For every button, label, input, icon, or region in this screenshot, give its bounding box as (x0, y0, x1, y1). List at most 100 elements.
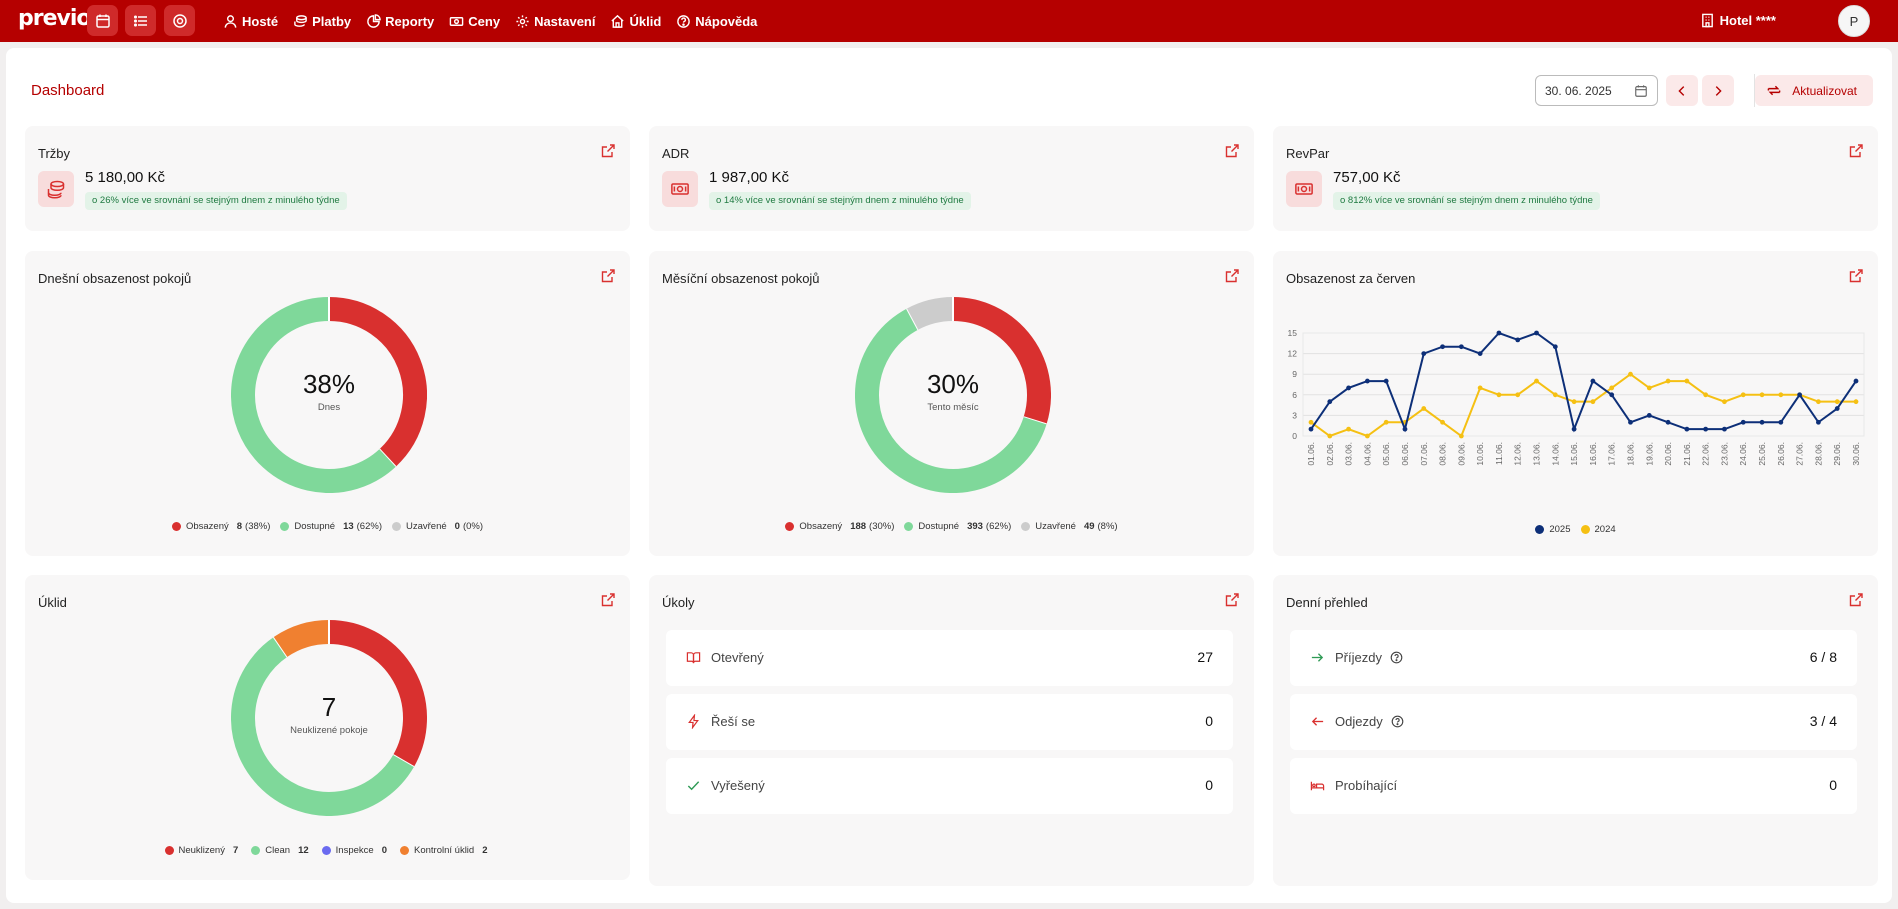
data-point-2024[interactable] (1421, 406, 1427, 411)
nav-item-guests[interactable]: Hosté (223, 14, 278, 29)
data-point-2025[interactable] (1421, 351, 1427, 356)
daily-row-ongoing[interactable]: Probíhající 0 (1290, 758, 1857, 814)
data-point-2025[interactable] (1402, 426, 1408, 432)
donut-slice-uzavřené[interactable] (906, 297, 954, 330)
data-point-2024[interactable] (1477, 385, 1483, 391)
data-point-2025[interactable] (1853, 378, 1859, 384)
nav-item-payments[interactable]: Platby (293, 14, 351, 29)
legend-item[interactable]: Uzavřené 49 (8%) (1021, 521, 1118, 532)
data-point-2025[interactable] (1778, 419, 1784, 425)
legend-item[interactable]: Clean 12 (251, 845, 311, 856)
legend-item[interactable]: Dostupné 13 (62%) (280, 521, 382, 532)
data-point-2024[interactable] (1383, 419, 1389, 425)
data-point-2024[interactable] (1515, 392, 1521, 398)
data-point-2024[interactable] (1628, 371, 1633, 377)
data-point-2025[interactable] (1327, 399, 1333, 405)
nav-item-help[interactable]: Nápověda (676, 14, 757, 29)
data-point-2025[interactable] (1609, 392, 1615, 398)
data-point-2025[interactable] (1816, 419, 1821, 425)
legend-item[interactable]: Neuklizený 7 (164, 845, 242, 856)
data-point-2024[interactable] (1552, 392, 1558, 398)
nav-item-reports[interactable]: Reporty (366, 14, 434, 29)
legend-item[interactable]: Dostupné 393 (62%) (904, 521, 1011, 532)
data-point-2025[interactable] (1665, 419, 1671, 425)
nav-item-prices[interactable]: Ceny (449, 14, 500, 29)
data-point-2024[interactable] (1327, 433, 1333, 439)
external-link-icon[interactable] (600, 592, 616, 608)
data-point-2025[interactable] (1571, 426, 1577, 432)
data-point-2025[interactable] (1364, 378, 1370, 384)
calendar-button[interactable] (87, 5, 118, 36)
task-row-open[interactable]: Otevřený 27 (666, 630, 1233, 686)
data-point-2024[interactable] (1346, 426, 1351, 432)
data-point-2024[interactable] (1308, 419, 1314, 425)
data-point-2024[interactable] (1853, 399, 1859, 405)
data-point-2024[interactable] (1609, 385, 1615, 391)
data-point-2025[interactable] (1628, 419, 1633, 425)
data-point-2024[interactable] (1834, 399, 1840, 405)
data-point-2024[interactable] (1440, 419, 1445, 425)
daily-row-departures[interactable]: Odjezdy 3 / 4 (1290, 694, 1857, 750)
data-point-2024[interactable] (1740, 392, 1746, 398)
task-row-in-progress[interactable]: Řeší se 0 (666, 694, 1233, 750)
help-icon[interactable] (1390, 651, 1403, 664)
data-point-2024[interactable] (1534, 378, 1539, 384)
data-point-2025[interactable] (1440, 344, 1445, 350)
external-link-icon[interactable] (1848, 592, 1864, 608)
data-point-2025[interactable] (1552, 344, 1558, 350)
data-point-2025[interactable] (1684, 426, 1690, 432)
data-point-2024[interactable] (1571, 399, 1577, 405)
external-link-icon[interactable] (1224, 143, 1240, 159)
data-point-2024[interactable] (1364, 433, 1370, 439)
data-point-2025[interactable] (1515, 337, 1521, 343)
legend-item[interactable]: Kontrolní úklid 2 (400, 845, 491, 856)
help-icon[interactable] (1391, 715, 1404, 728)
data-point-2025[interactable] (1458, 344, 1464, 350)
task-row-resolved[interactable]: Vyřešený 0 (666, 758, 1233, 814)
next-day-button[interactable] (1702, 75, 1734, 106)
data-point-2024[interactable] (1496, 392, 1502, 398)
data-point-2025[interactable] (1834, 406, 1840, 411)
date-input[interactable]: 30. 06. 2025 (1535, 75, 1658, 106)
data-point-2025[interactable] (1797, 392, 1803, 398)
legend-item[interactable]: Obsazený 8 (38%) (171, 521, 270, 532)
data-point-2025[interactable] (1346, 385, 1351, 391)
data-point-2025[interactable] (1703, 426, 1709, 432)
data-point-2025[interactable] (1646, 413, 1652, 418)
data-point-2025[interactable] (1590, 378, 1596, 384)
refresh-button[interactable]: Aktualizovat (1755, 75, 1873, 106)
legend-item[interactable]: 2024 (1580, 524, 1616, 535)
previous-day-button[interactable] (1666, 75, 1698, 106)
list-button[interactable] (125, 5, 156, 36)
nav-item-settings[interactable]: Nastavení (515, 14, 595, 29)
daily-row-arrivals[interactable]: Příjezdy 6 / 8 (1290, 630, 1857, 686)
data-point-2024[interactable] (1703, 392, 1709, 398)
donut-slice-kontrolní-úklid[interactable] (273, 620, 330, 658)
legend-item[interactable]: 2025 (1535, 524, 1571, 535)
external-link-icon[interactable] (1848, 143, 1864, 159)
data-point-2024[interactable] (1778, 392, 1784, 398)
data-point-2024[interactable] (1590, 399, 1596, 405)
data-point-2024[interactable] (1646, 385, 1652, 391)
data-point-2025[interactable] (1722, 426, 1727, 432)
help-circle-button[interactable] (164, 5, 195, 36)
data-point-2025[interactable] (1477, 351, 1483, 356)
data-point-2025[interactable] (1534, 330, 1539, 336)
hotel-selector[interactable]: Hotel **** (1700, 13, 1776, 28)
data-point-2025[interactable] (1740, 419, 1746, 425)
data-point-2024[interactable] (1816, 399, 1821, 405)
external-link-icon[interactable] (600, 268, 616, 284)
nav-item-housekeeping[interactable]: Úklid (610, 14, 661, 29)
data-point-2025[interactable] (1496, 330, 1502, 336)
data-point-2024[interactable] (1722, 399, 1727, 405)
data-point-2024[interactable] (1684, 378, 1690, 384)
data-point-2024[interactable] (1458, 433, 1464, 439)
logo[interactable]: previo (18, 6, 92, 31)
data-point-2025[interactable] (1308, 426, 1314, 432)
external-link-icon[interactable] (1224, 592, 1240, 608)
avatar[interactable]: P (1838, 5, 1870, 37)
legend-item[interactable]: Obsazený 188 (30%) (785, 521, 894, 532)
data-point-2025[interactable] (1383, 378, 1389, 384)
legend-item[interactable]: Uzavřené 0 (0%) (391, 521, 483, 532)
data-point-2024[interactable] (1759, 392, 1765, 398)
